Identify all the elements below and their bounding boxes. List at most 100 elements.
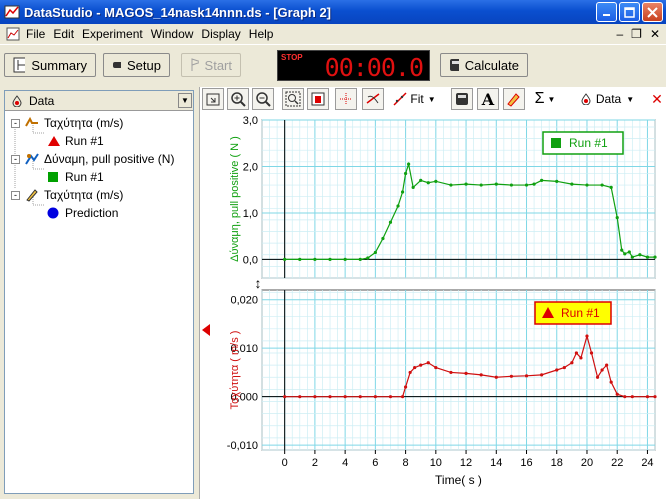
triangle-marker-icon xyxy=(48,136,60,146)
velocity-data-point xyxy=(623,395,627,399)
force-data-point xyxy=(464,182,468,186)
velocity-data-point xyxy=(562,365,566,370)
resize-handle-icon: ↕ xyxy=(255,275,262,291)
velocity-data-point xyxy=(388,395,393,399)
menu-display[interactable]: Display xyxy=(201,27,246,41)
velocity-data-point xyxy=(540,373,544,377)
data-dropdown[interactable]: Data ▼ xyxy=(572,87,642,111)
scale-to-fit-button[interactable] xyxy=(202,88,224,110)
velocity-y-tick-label: -0,010 xyxy=(227,440,258,452)
fit-dropdown[interactable]: Fit ▼ xyxy=(388,87,440,111)
text-tool-button[interactable]: A xyxy=(477,88,499,110)
menu-file[interactable]: File xyxy=(26,27,51,41)
x-tick-label: 12 xyxy=(460,457,472,469)
force-data-point xyxy=(627,250,631,254)
force-data-point xyxy=(411,185,415,189)
force-data-point xyxy=(524,183,529,187)
force-legend-label: Run #1 xyxy=(569,136,608,150)
graph-chart[interactable]: 3,0 2,0 1,0 0,0Δύναμη, pull positive ( N ) R… xyxy=(200,112,666,499)
calculate-button[interactable]: Calculate xyxy=(440,53,528,77)
menu-experiment[interactable]: Experiment xyxy=(82,27,149,41)
force-data-point xyxy=(313,257,317,262)
mdi-minimize-icon[interactable]: – xyxy=(616,27,623,41)
tree-item-prediction-velocity[interactable]: - Ταχύτητα (m/s) xyxy=(11,188,123,202)
velocity-data-point xyxy=(615,392,619,396)
menu-help[interactable]: Help xyxy=(249,27,280,41)
collapse-toggle[interactable]: - xyxy=(11,154,20,164)
tangent-tool-button[interactable] xyxy=(362,88,384,110)
mdi-close-icon[interactable]: ✕ xyxy=(650,27,660,41)
slope-tool-button[interactable] xyxy=(335,88,357,110)
force-data-point xyxy=(645,255,650,259)
force-data-point xyxy=(434,179,438,183)
calculator-icon xyxy=(456,93,468,105)
maximize-button[interactable] xyxy=(619,2,640,22)
square-marker-icon xyxy=(48,172,58,182)
velocity-data-point xyxy=(574,351,578,355)
calculator-icon xyxy=(450,59,459,71)
tree-item-velocity-run1[interactable]: Run #1 xyxy=(47,134,104,148)
chevron-down-icon: ▼ xyxy=(427,94,436,104)
force-data-point xyxy=(388,220,393,224)
zoom-in-icon xyxy=(231,92,246,107)
data-panel-dropdown[interactable]: ▼ xyxy=(178,93,192,108)
smart-tool-button[interactable] xyxy=(307,88,329,110)
x-tick-label: 16 xyxy=(520,457,532,469)
velocity-data-point xyxy=(464,371,468,375)
velocity-data-point xyxy=(283,395,287,399)
collapse-toggle[interactable]: - xyxy=(11,190,20,200)
tree-item-prediction[interactable]: Prediction xyxy=(47,206,118,220)
square-marker-icon xyxy=(551,138,561,148)
velocity-data-point xyxy=(313,395,317,399)
x-tick-label: 0 xyxy=(282,457,288,469)
force-y-axis-label: Δύναμη, pull positive ( N ) xyxy=(229,136,241,262)
pencil-icon xyxy=(26,189,38,202)
setup-button[interactable]: Setup xyxy=(103,53,170,77)
force-data-point xyxy=(653,255,657,259)
sigma-dropdown[interactable]: Σ ▼ xyxy=(530,87,560,111)
force-data-point xyxy=(570,182,574,186)
close-button[interactable] xyxy=(642,2,663,22)
zoom-select-button[interactable] xyxy=(282,88,304,110)
force-data-point xyxy=(630,255,634,259)
start-flag-icon xyxy=(191,58,199,71)
force-data-point xyxy=(620,248,624,252)
force-y-tick-label: 3,0 xyxy=(243,115,258,127)
summary-button[interactable]: Summary xyxy=(4,53,96,77)
xy-tool-icon xyxy=(340,93,352,105)
start-button[interactable]: Start xyxy=(181,53,241,77)
force-sensor-icon xyxy=(25,153,39,165)
velocity-data-point xyxy=(298,395,302,399)
annotation-tool-button[interactable] xyxy=(503,88,525,110)
x-tick-label: 4 xyxy=(342,457,348,469)
force-data-point xyxy=(479,183,483,187)
force-data-point xyxy=(555,179,559,183)
minimize-button[interactable] xyxy=(596,2,617,22)
mdi-restore-icon[interactable]: ❐ xyxy=(631,27,642,41)
document-icon[interactable] xyxy=(6,27,20,41)
remove-data-icon[interactable]: ✕ xyxy=(650,87,664,111)
velocity-data-point xyxy=(645,395,650,399)
data-panel-header[interactable]: Data ▼ xyxy=(5,91,193,111)
menu-edit[interactable]: Edit xyxy=(53,27,80,41)
statistics-button[interactable] xyxy=(451,88,473,110)
force-data-point xyxy=(426,181,430,185)
force-data-point xyxy=(373,250,377,255)
velocity-data-point xyxy=(413,365,417,370)
x-tick-label: 8 xyxy=(403,457,409,469)
velocity-data-point xyxy=(524,374,529,378)
tree-item-velocity[interactable]: - Ταχύτητα (m/s) xyxy=(11,116,123,130)
tree-item-force-run1[interactable]: Run #1 xyxy=(47,170,104,184)
force-data-point xyxy=(396,204,400,208)
collapse-toggle[interactable]: - xyxy=(11,118,20,128)
menu-window[interactable]: Window xyxy=(151,27,200,41)
x-tick-label: 2 xyxy=(312,457,318,469)
velocity-data-point xyxy=(600,368,604,372)
tree-item-force[interactable]: - Δύναμη, pull positive (N) xyxy=(11,152,174,166)
zoom-out-button[interactable] xyxy=(252,88,274,110)
datastudio-app-icon[interactable] xyxy=(4,4,20,20)
force-y-tick-label: 2,0 xyxy=(243,161,258,173)
force-data-point xyxy=(540,178,544,183)
zoom-in-button[interactable] xyxy=(227,88,249,110)
x-tick-label: 18 xyxy=(551,457,563,469)
